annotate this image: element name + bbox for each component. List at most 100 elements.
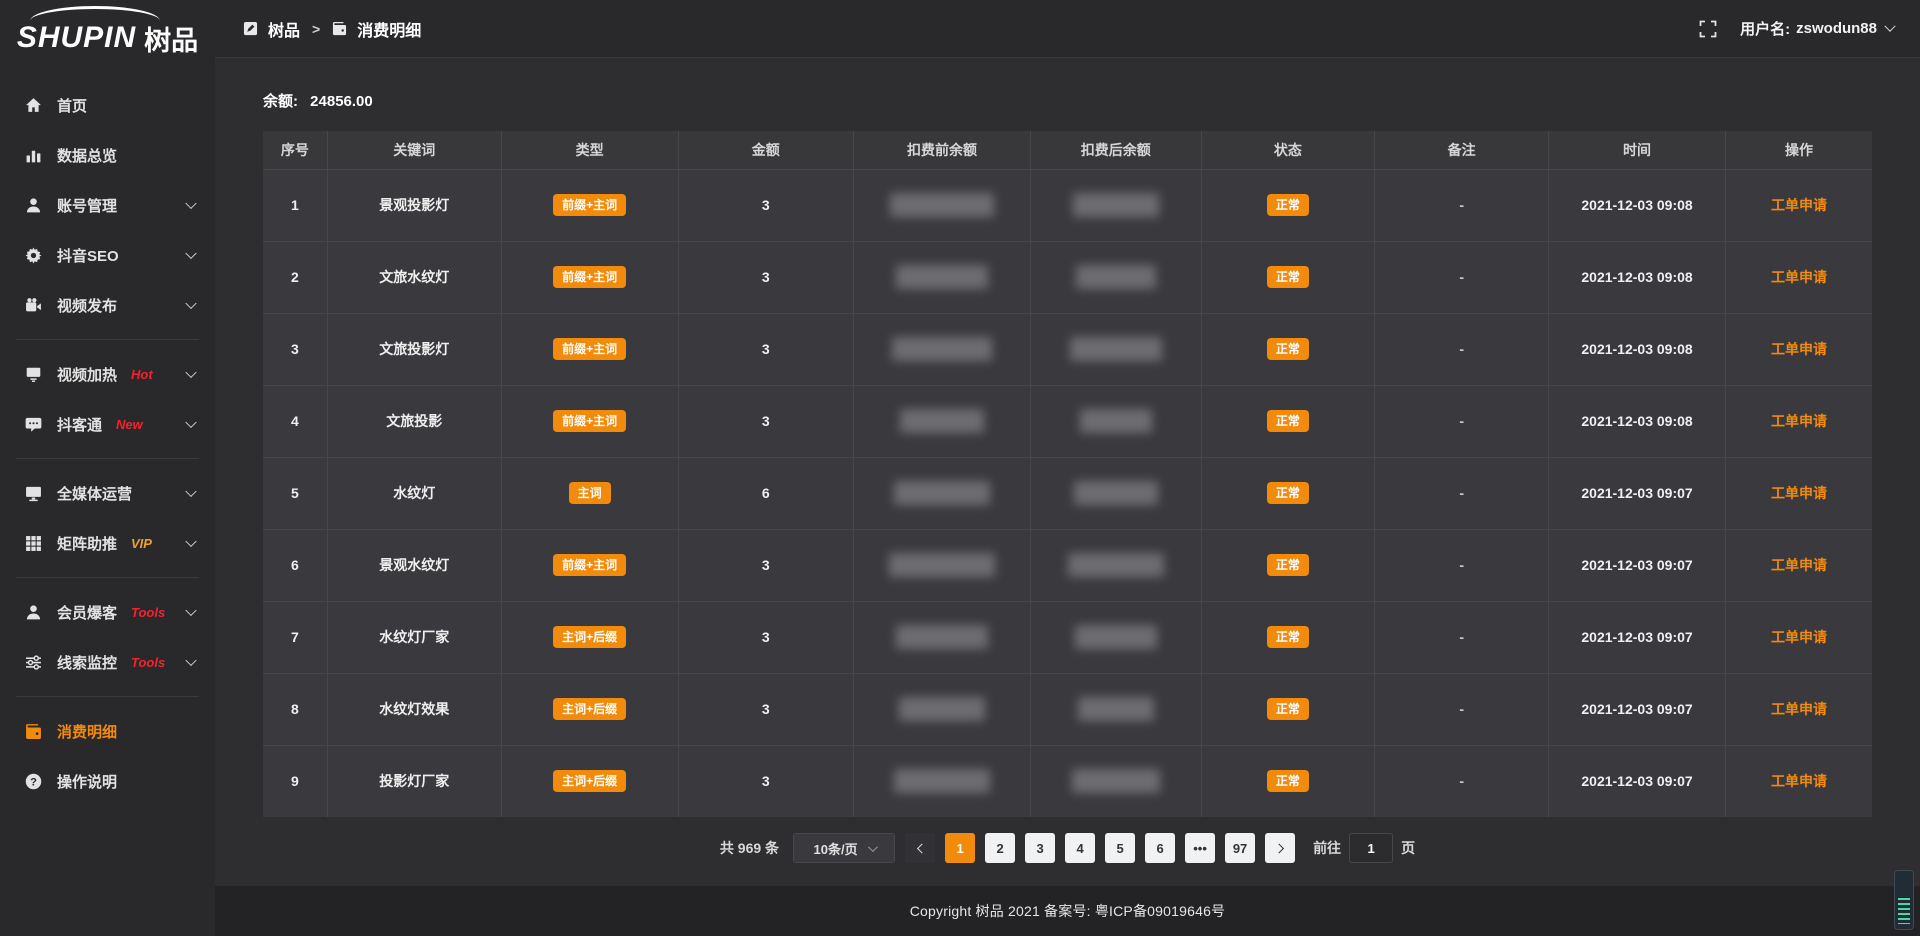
work-order-link[interactable]: 工单申请	[1771, 629, 1827, 645]
cell-action: 工单申请	[1726, 241, 1872, 313]
balance-value: 24856.00	[310, 93, 373, 110]
table-row: 5水纹灯主词6正常-2021-12-03 09:07工单申请	[263, 457, 1872, 529]
page-size-select[interactable]: 10条/页	[793, 833, 895, 863]
page-button-6[interactable]: 6	[1145, 833, 1175, 863]
sidebar-item-monitor[interactable]: 全媒体运营	[0, 468, 215, 518]
work-order-link[interactable]: 工单申请	[1771, 557, 1827, 573]
status-badge: 正常	[1267, 194, 1309, 216]
cell-amount: 3	[678, 241, 853, 313]
filter-icon	[24, 653, 42, 671]
next-page-button[interactable]	[1265, 833, 1295, 863]
redacted-balance	[894, 481, 990, 505]
cell-action: 工单申请	[1726, 313, 1872, 385]
sidebar-item-home[interactable]: 首页	[0, 80, 215, 130]
sidebar-item-user[interactable]: 账号管理	[0, 180, 215, 230]
main-area: 树品 > 消费明细 用户名: zswodun88 余额: 24856.00	[215, 0, 1920, 936]
cell-remark: -	[1375, 241, 1549, 313]
sidebar-item-gear[interactable]: 抖音SEO	[0, 230, 215, 280]
type-badge: 前缀+主词	[553, 410, 626, 432]
redacted-balance	[894, 769, 990, 793]
sidebar-item-label: 消费明细	[57, 721, 117, 742]
user-name: zswodun88	[1796, 20, 1877, 37]
work-order-link[interactable]: 工单申请	[1771, 773, 1827, 789]
fullscreen-icon[interactable]	[1698, 19, 1718, 39]
remark-value: -	[1459, 557, 1464, 573]
sidebar-item-question[interactable]: ?操作说明	[0, 756, 215, 806]
more-pages-button[interactable]: •••	[1185, 833, 1215, 863]
page-button-3[interactable]: 3	[1025, 833, 1055, 863]
balance: 余额: 24856.00	[263, 90, 1872, 111]
cell-idx: 2	[263, 241, 327, 313]
sidebar-item-chat[interactable]: 抖客通New	[0, 399, 215, 449]
cell-action: 工单申请	[1726, 385, 1872, 457]
redacted-balance	[1075, 625, 1157, 649]
cell-idx: 9	[263, 745, 327, 817]
sidebar-item-member[interactable]: 会员爆客Tools	[0, 587, 215, 637]
cell-amount: 3	[678, 169, 853, 241]
work-order-link[interactable]: 工单申请	[1771, 269, 1827, 285]
balance-label: 余额:	[263, 93, 298, 110]
cell-idx: 1	[263, 169, 327, 241]
redacted-balance	[896, 265, 988, 289]
sidebar-item-label: 数据总览	[57, 145, 117, 166]
page-button-1[interactable]: 1	[945, 833, 975, 863]
floating-widget[interactable]	[1894, 870, 1914, 930]
sidebar-item-label: 视频发布	[57, 295, 117, 316]
breadcrumb-current[interactable]: 消费明细	[357, 17, 421, 41]
sidebar-item-wallet[interactable]: 消费明细	[0, 706, 215, 756]
redacted-balance	[899, 697, 985, 721]
sidebar-divider	[16, 339, 199, 340]
sidebar-item-badge: Tools	[131, 655, 165, 670]
cell-post_balance	[1030, 241, 1201, 313]
work-order-link[interactable]: 工单申请	[1771, 341, 1827, 357]
work-order-link[interactable]: 工单申请	[1771, 701, 1827, 717]
page-button-5[interactable]: 5	[1105, 833, 1135, 863]
cell-idx: 7	[263, 601, 327, 673]
cell-amount: 6	[678, 457, 853, 529]
column-header-time: 时间	[1549, 131, 1726, 169]
sidebar-item-chart[interactable]: 数据总览	[0, 130, 215, 180]
cell-pre_balance	[853, 745, 1030, 817]
cell-time: 2021-12-03 09:07	[1549, 673, 1726, 745]
redacted-balance	[1072, 769, 1160, 793]
sidebar-item-screen[interactable]: 视频加热Hot	[0, 349, 215, 399]
cell-action: 工单申请	[1726, 169, 1872, 241]
app-logo: SHUPIN 树品	[0, 0, 215, 66]
work-order-link[interactable]: 工单申请	[1771, 413, 1827, 429]
chevron-down-icon	[185, 486, 196, 497]
goto-page-input[interactable]	[1349, 833, 1393, 863]
cell-amount: 3	[678, 673, 853, 745]
cell-idx: 8	[263, 673, 327, 745]
chevron-down-icon	[185, 198, 196, 209]
chevron-left-icon	[917, 843, 927, 853]
redacted-balance	[1078, 697, 1154, 721]
redacted-balance	[1070, 337, 1162, 361]
chevron-down-icon	[185, 605, 196, 616]
cell-keyword: 水纹灯	[327, 457, 501, 529]
table-row: 9投影灯厂家主词+后缀3正常-2021-12-03 09:07工单申请	[263, 745, 1872, 817]
user-menu[interactable]: 用户名: zswodun88	[1740, 18, 1894, 39]
cell-post_balance	[1030, 457, 1201, 529]
cell-keyword: 景观水纹灯	[327, 529, 501, 601]
cell-post_balance	[1030, 601, 1201, 673]
status-badge: 正常	[1267, 770, 1309, 792]
consumption-table: 序号关键词类型金额扣费前余额扣费后余额状态备注时间操作 1景观投影灯前缀+主词3…	[263, 131, 1872, 817]
page-button-97[interactable]: 97	[1225, 833, 1255, 863]
sidebar-item-grid[interactable]: 矩阵助推VIP	[0, 518, 215, 568]
sidebar-item-label: 抖音SEO	[57, 245, 119, 266]
sidebar-item-filter[interactable]: 线索监控Tools	[0, 637, 215, 687]
prev-page-button[interactable]	[905, 833, 935, 863]
cell-keyword: 水纹灯厂家	[327, 601, 501, 673]
sidebar-item-label: 账号管理	[57, 195, 117, 216]
user-icon	[24, 196, 42, 214]
sidebar-item-camera[interactable]: 视频发布	[0, 280, 215, 330]
work-order-link[interactable]: 工单申请	[1771, 197, 1827, 213]
work-order-link[interactable]: 工单申请	[1771, 485, 1827, 501]
page-button-2[interactable]: 2	[985, 833, 1015, 863]
cell-keyword: 投影灯厂家	[327, 745, 501, 817]
cell-pre_balance	[853, 169, 1030, 241]
page-button-4[interactable]: 4	[1065, 833, 1095, 863]
breadcrumb-root[interactable]: 树品	[268, 17, 300, 41]
table-row: 3文旅投影灯前缀+主词3正常-2021-12-03 09:08工单申请	[263, 313, 1872, 385]
remark-value: -	[1459, 701, 1464, 717]
